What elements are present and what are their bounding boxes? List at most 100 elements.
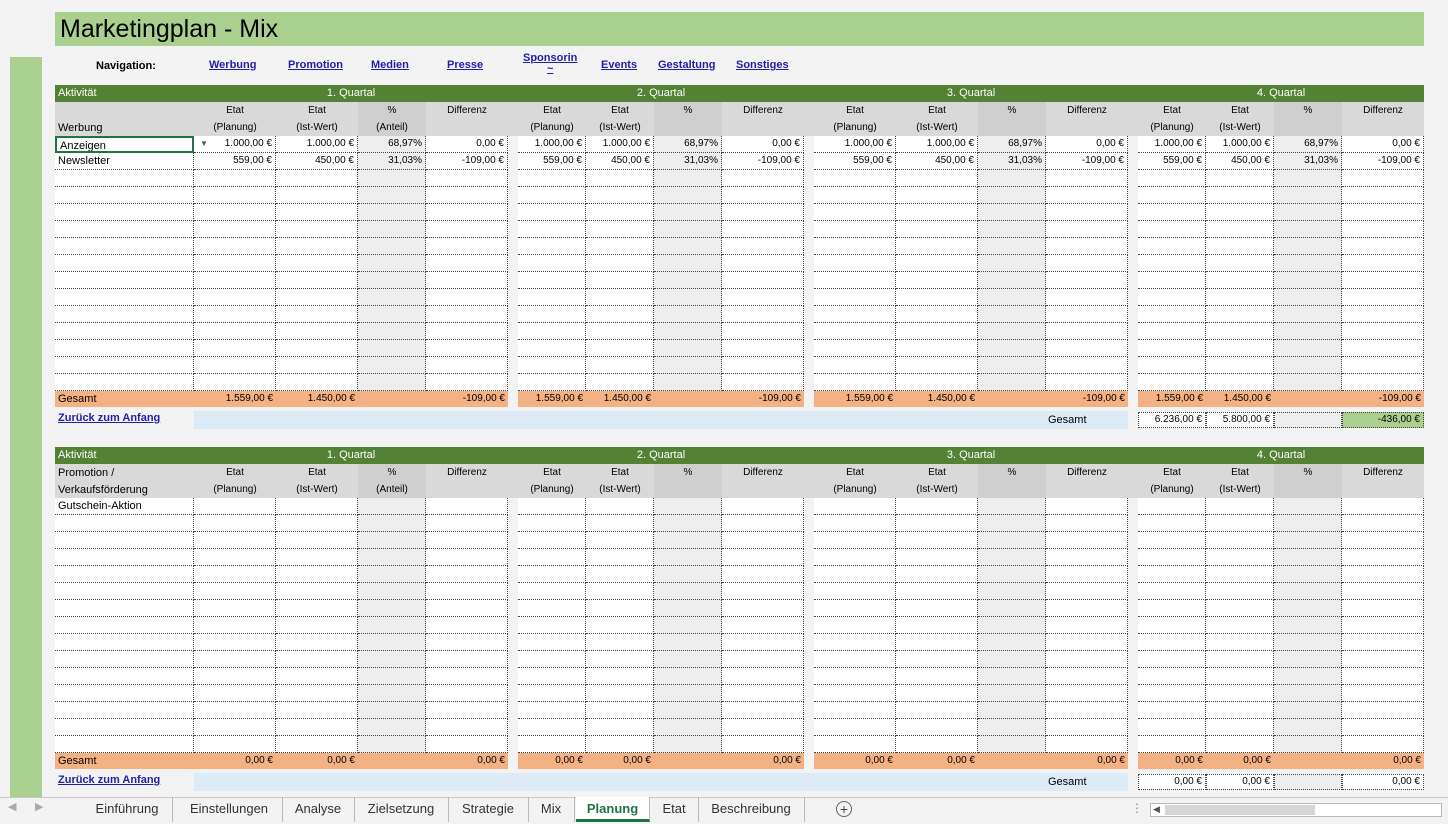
data-cell[interactable] — [1274, 289, 1342, 306]
data-cell[interactable] — [358, 583, 426, 600]
data-cell[interactable] — [1046, 685, 1128, 702]
data-cell[interactable] — [1274, 221, 1342, 238]
data-cell[interactable] — [814, 187, 896, 204]
data-cell[interactable] — [1138, 651, 1206, 668]
data-cell[interactable] — [1138, 170, 1206, 187]
data-cell[interactable]: 1.000,00 € — [276, 136, 358, 153]
data-cell[interactable] — [814, 736, 896, 753]
data-cell[interactable] — [896, 498, 978, 515]
data-cell[interactable] — [722, 170, 804, 187]
activity-cell[interactable] — [55, 374, 194, 391]
data-cell[interactable] — [722, 289, 804, 306]
sheet-tab-strategie[interactable]: Strategie — [448, 797, 529, 822]
data-cell[interactable] — [518, 668, 586, 685]
data-cell[interactable] — [1206, 498, 1274, 515]
data-cell[interactable] — [358, 651, 426, 668]
data-cell[interactable] — [276, 170, 358, 187]
data-cell[interactable] — [1138, 600, 1206, 617]
data-cell[interactable] — [586, 374, 654, 391]
data-cell[interactable] — [276, 515, 358, 532]
data-cell[interactable] — [276, 498, 358, 515]
data-cell[interactable]: 1.000,00 € — [586, 136, 654, 153]
data-cell[interactable] — [1046, 515, 1128, 532]
activity-cell[interactable] — [55, 617, 194, 634]
activity-cell[interactable] — [55, 340, 194, 357]
data-cell[interactable] — [722, 221, 804, 238]
data-cell[interactable]: 450,00 € — [586, 153, 654, 170]
data-cell[interactable] — [722, 583, 804, 600]
data-cell[interactable] — [276, 374, 358, 391]
scroll-left-arrow-icon[interactable]: ◀ — [1153, 804, 1160, 815]
data-cell[interactable] — [1206, 566, 1274, 583]
data-cell[interactable] — [722, 668, 804, 685]
data-cell[interactable] — [276, 221, 358, 238]
data-cell[interactable]: 68,97% — [358, 136, 426, 153]
data-cell[interactable] — [518, 255, 586, 272]
sheet-tab-mix[interactable]: Mix — [528, 797, 575, 822]
data-cell[interactable] — [978, 238, 1046, 255]
data-cell[interactable] — [1206, 702, 1274, 719]
nav-link-5[interactable]: Events — [601, 59, 637, 71]
data-cell[interactable] — [896, 204, 978, 221]
data-cell[interactable] — [586, 651, 654, 668]
data-cell[interactable] — [814, 634, 896, 651]
data-cell[interactable] — [1046, 306, 1128, 323]
data-cell[interactable] — [358, 374, 426, 391]
data-cell[interactable] — [896, 600, 978, 617]
data-cell[interactable] — [276, 566, 358, 583]
data-cell[interactable] — [1138, 255, 1206, 272]
data-cell[interactable] — [426, 187, 508, 204]
data-cell[interactable] — [586, 617, 654, 634]
nav-link-6[interactable]: Gestaltung — [658, 59, 715, 71]
data-cell[interactable] — [194, 583, 276, 600]
data-cell[interactable] — [518, 685, 586, 702]
data-cell[interactable] — [654, 374, 722, 391]
data-cell[interactable] — [978, 289, 1046, 306]
data-cell[interactable] — [654, 617, 722, 634]
data-cell[interactable] — [358, 532, 426, 549]
data-cell[interactable] — [276, 187, 358, 204]
data-cell[interactable] — [1138, 736, 1206, 753]
data-cell[interactable] — [1274, 170, 1342, 187]
data-cell[interactable]: 1.000,00 € — [1206, 136, 1274, 153]
activity-cell[interactable] — [55, 238, 194, 255]
activity-cell[interactable] — [55, 651, 194, 668]
data-cell[interactable] — [1046, 255, 1128, 272]
data-cell[interactable] — [194, 685, 276, 702]
data-cell[interactable] — [978, 306, 1046, 323]
data-cell[interactable] — [426, 323, 508, 340]
data-cell[interactable] — [896, 617, 978, 634]
data-cell[interactable] — [194, 549, 276, 566]
data-cell[interactable]: -109,00 € — [722, 153, 804, 170]
data-cell[interactable] — [358, 515, 426, 532]
data-cell[interactable] — [722, 306, 804, 323]
sheet-tab-etat[interactable]: Etat — [650, 797, 699, 822]
data-cell[interactable] — [814, 272, 896, 289]
activity-cell[interactable] — [55, 566, 194, 583]
data-cell[interactable] — [358, 204, 426, 221]
data-cell[interactable] — [1342, 515, 1424, 532]
nav-link-4[interactable]: Sponsorin ~ — [523, 53, 577, 75]
data-cell[interactable] — [1274, 306, 1342, 323]
data-cell[interactable] — [586, 306, 654, 323]
plus-circle-icon[interactable]: + — [836, 801, 852, 817]
data-cell[interactable] — [1138, 634, 1206, 651]
data-cell[interactable] — [978, 634, 1046, 651]
data-cell[interactable] — [518, 532, 586, 549]
data-cell[interactable] — [518, 566, 586, 583]
data-cell[interactable] — [722, 549, 804, 566]
data-cell[interactable] — [722, 736, 804, 753]
data-cell[interactable] — [194, 668, 276, 685]
data-cell[interactable] — [1046, 289, 1128, 306]
data-cell[interactable] — [1138, 668, 1206, 685]
data-cell[interactable] — [1046, 340, 1128, 357]
data-cell[interactable] — [518, 238, 586, 255]
data-cell[interactable] — [1046, 651, 1128, 668]
data-cell[interactable] — [654, 170, 722, 187]
data-cell[interactable] — [814, 668, 896, 685]
activity-cell[interactable] — [55, 187, 194, 204]
data-cell[interactable] — [1046, 170, 1128, 187]
activity-cell[interactable] — [55, 306, 194, 323]
data-cell[interactable] — [1274, 498, 1342, 515]
data-cell[interactable] — [276, 340, 358, 357]
